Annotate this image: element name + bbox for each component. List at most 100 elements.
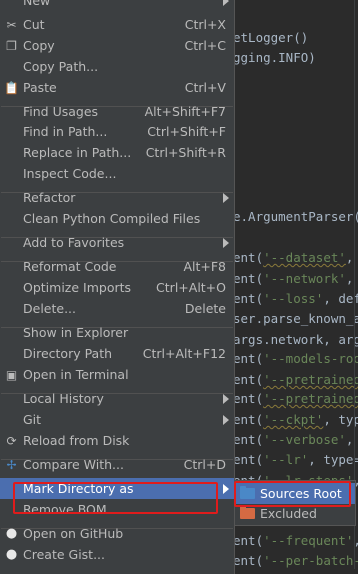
code-line: ent('--lr', type= [233, 452, 358, 467]
menu-item-paste[interactable]: 📋 Paste Ctrl+V [0, 77, 234, 98]
menu-item-create-gist[interactable]: ● Create Gist... [0, 544, 234, 565]
code-token: '--lr' [263, 452, 309, 467]
submenu-arrow-icon [223, 0, 229, 6]
code-token: , [345, 271, 354, 286]
code-token: , type [323, 412, 358, 427]
code-token: args.network, arg [233, 332, 358, 347]
code-token: ent( [233, 250, 264, 265]
menu-item-shortcut: Ctrl+Alt+F12 [142, 346, 226, 361]
code-token: '--ckpt' [263, 412, 324, 427]
menu-item-add-to-favorites[interactable]: Add to Favorites [0, 232, 234, 253]
menu-item-label: Directory Path [23, 346, 113, 361]
menu-item-show-in-explorer[interactable]: Show in Explorer [0, 322, 234, 343]
code-token: , defe [323, 291, 358, 306]
menu-item-inspect-code[interactable]: Inspect Code... [0, 163, 234, 184]
scissors-icon: ✂ [6, 17, 17, 32]
menu-item-git[interactable]: Git [0, 409, 234, 430]
menu-item-find-in-path[interactable]: Find in Path... Ctrl+Shift+F [0, 121, 234, 142]
code-line: ent('--dataset', [233, 250, 358, 265]
code-token: ent( [233, 351, 264, 366]
menu-item-shortcut: Ctrl+V [184, 80, 226, 95]
code-token: ent( [233, 432, 264, 447]
submenu-item-label: Excluded [260, 506, 317, 521]
menu-item-shortcut: Ctrl+Shift+F [147, 124, 226, 139]
menu-item-label: Paste [23, 80, 57, 95]
code-line: ent('--pretrained [233, 391, 358, 406]
paste-icon: 📋 [4, 80, 19, 95]
menu-item-open-on-github[interactable]: ● Open on GitHub [0, 523, 234, 544]
menu-item-copy-path[interactable]: Copy Path... [0, 56, 234, 77]
code-token: '--per-batch- [263, 553, 358, 568]
code-line: etLogger() [233, 30, 308, 45]
menu-item-new[interactable]: New [0, 0, 234, 11]
menu-item-label: Find Usages [23, 104, 99, 119]
menu-item-optimize-imports[interactable]: Optimize Imports Ctrl+Alt+O [0, 277, 234, 298]
menu-item-shortcut: Ctrl+C [184, 38, 226, 53]
menu-item-clean-python-compiled-files[interactable]: Clean Python Compiled Files [0, 208, 234, 229]
menu-item-label: Optimize Imports [23, 280, 132, 295]
code-line: e.ArgumentParser( [233, 209, 358, 224]
code-token: etLogger() [233, 30, 309, 45]
menu-item-label: Compare With... [23, 457, 124, 472]
code-token: '--pretrained [263, 391, 358, 406]
code-line: ent('--network', [233, 271, 358, 286]
code-token: ent( [233, 372, 264, 387]
menu-item-label: Copy Path... [23, 59, 99, 74]
github-icon: ● [5, 547, 18, 562]
code-token: ent( [233, 533, 264, 548]
code-line: ent('--loss', defe [233, 291, 358, 306]
code-token: ent( [233, 391, 264, 406]
code-token: '--verbose' [263, 432, 346, 447]
code-token: '--dataset' [263, 250, 346, 265]
github-icon: ● [5, 526, 18, 541]
code-token: , type= [308, 452, 358, 467]
menu-item-label: New [23, 0, 51, 8]
terminal-icon: ▣ [5, 367, 18, 382]
menu-item-compare-with[interactable]: ✢ Compare With... Ctrl+D [0, 454, 234, 475]
compare-icon: ✢ [6, 457, 17, 472]
menu-item-label: Replace in Path... [23, 145, 132, 160]
menu-item-label: Find in Path... [23, 124, 108, 139]
menu-item-open-in-terminal[interactable]: ▣ Open in Terminal [0, 364, 234, 385]
menu-item-delete[interactable]: Delete... Delete [0, 298, 234, 319]
code-line: ent('--frequent', [233, 533, 358, 548]
submenu-arrow-icon [223, 415, 229, 425]
copy-icon: ❐ [6, 38, 17, 53]
code-token: '--loss' [263, 291, 324, 306]
menu-item-label: Open in Terminal [23, 367, 129, 382]
menu-item-replace-in-path[interactable]: Replace in Path... Ctrl+Shift+R [0, 142, 234, 163]
menu-item-label: Refactor [23, 190, 76, 205]
code-token: ent( [233, 291, 264, 306]
code-line: ent('--verbose', [233, 432, 358, 447]
menu-item-reformat-code[interactable]: Reformat Code Alt+F8 [0, 256, 234, 277]
code-line: ent('--pretrained [233, 372, 358, 387]
menu-item-label: Delete... [23, 301, 76, 316]
menu-item-cut[interactable]: ✂ Cut Ctrl+X [0, 14, 234, 35]
code-line: ent('--per-batch- [233, 553, 358, 568]
menu-item-refactor[interactable]: Refactor [0, 187, 234, 208]
menu-item-copy[interactable]: ❐ Copy Ctrl+C [0, 35, 234, 56]
code-token: ent( [233, 553, 264, 568]
menu-item-label: Git [23, 412, 42, 427]
menu-item-find-usages[interactable]: Find Usages Alt+Shift+F7 [0, 101, 234, 122]
menu-item-directory-path[interactable]: Directory Path Ctrl+Alt+F12 [0, 343, 234, 364]
menu-item-local-history[interactable]: Local History [0, 388, 234, 409]
code-token: '--pretrained [263, 372, 358, 387]
menu-item-label: Inspect Code... [23, 166, 117, 181]
menu-item-label: Open on GitHub [23, 526, 124, 541]
code-token: ent( [233, 452, 264, 467]
menu-item-label: Cut [23, 17, 45, 32]
menu-item-label: Create Gist... [23, 547, 106, 562]
submenu-arrow-icon [223, 394, 229, 404]
menu-item-shortcut: Ctrl+D [183, 457, 226, 472]
submenu-arrow-icon [223, 193, 229, 203]
menu-item-label: Local History [23, 391, 104, 406]
code-token: '--frequent' [263, 533, 354, 548]
code-line: args.network, arg [233, 332, 358, 347]
menu-item-label: Show in Explorer [23, 325, 129, 340]
code-token: gging.INFO) [233, 50, 316, 65]
menu-item-label: Reload from Disk [23, 433, 130, 448]
highlight-mark-directory [13, 482, 218, 514]
code-token: ser.parse_known_ar [233, 311, 358, 326]
menu-item-reload-from-disk[interactable]: ⟳ Reload from Disk [0, 430, 234, 451]
